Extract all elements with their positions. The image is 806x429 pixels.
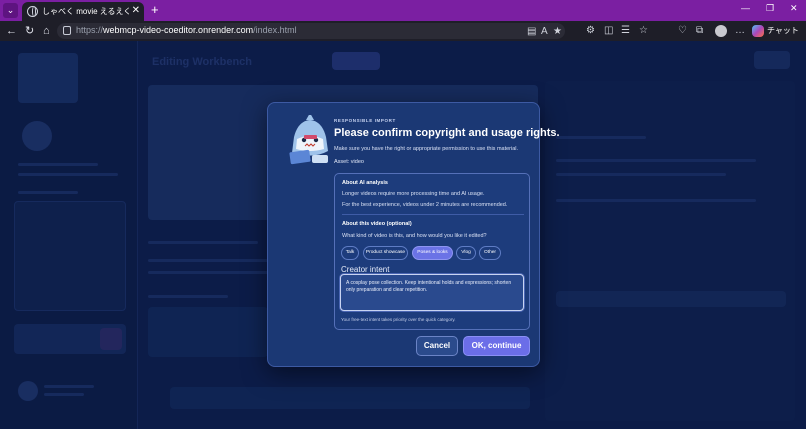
minimize-icon[interactable]: — — [741, 3, 750, 13]
about-ai-line2: For the best experience, videos under 2 … — [342, 202, 508, 208]
section-divider — [342, 214, 524, 215]
chip-poses-looks[interactable]: Poses & looks — [412, 246, 453, 260]
about-video-heading: About this video (optional) — [342, 221, 412, 227]
copilot-icon[interactable] — [752, 25, 764, 37]
address-bar[interactable]: https://webmcp-video-coeditor.onrender.c… — [57, 23, 565, 39]
tab-close-icon[interactable]: ✕ — [132, 5, 140, 17]
read-aloud-icon[interactable]: A — [541, 26, 548, 37]
more-menu-icon[interactable]: … — [735, 25, 745, 37]
collections-icon[interactable]: ⧉ — [696, 25, 703, 37]
browser-tab-active[interactable]: しゃべく movie えるえくた～ — Editing ✕ — [22, 2, 144, 21]
chip-talk[interactable]: Talk — [341, 246, 359, 260]
globe-icon — [27, 6, 38, 17]
shark-mascot-icon — [289, 115, 328, 165]
profile-avatar[interactable] — [715, 25, 727, 37]
about-video-question: What kind of video is this, and how woul… — [342, 233, 487, 239]
about-ai-line1: Longer videos require more processing ti… — [342, 191, 485, 197]
reading-list-icon[interactable]: ☰ — [621, 25, 630, 37]
chat-label[interactable]: チャット — [767, 25, 799, 36]
creator-intent-hint: Your free-text intent takes priority ove… — [341, 317, 456, 322]
new-tab-button[interactable]: + — [151, 3, 159, 17]
browser-toolbar: ← ↻ ⌂ https://webmcp-video-coeditor.onre… — [0, 21, 806, 41]
dialog-subtitle: Make sure you have the right or appropri… — [334, 146, 519, 152]
back-icon[interactable]: ← — [6, 24, 17, 38]
home-icon[interactable]: ⌂ — [43, 24, 50, 38]
immersive-reader-icon[interactable]: ▤ — [527, 26, 536, 37]
url-text: https://webmcp-video-coeditor.onrender.c… — [76, 25, 297, 35]
asset-label: Asset: video — [334, 159, 364, 165]
browser-essentials-icon[interactable]: ♡ — [678, 25, 687, 37]
maximize-icon[interactable]: ❐ — [766, 3, 774, 14]
window-close-icon[interactable]: ✕ — [790, 3, 798, 14]
ok-continue-button[interactable]: OK, continue — [463, 336, 530, 356]
cancel-button[interactable]: Cancel — [416, 336, 458, 356]
site-info-icon[interactable] — [63, 26, 71, 35]
creator-intent-label: Creator intent — [341, 265, 390, 274]
chip-vlog[interactable]: Vlog — [456, 246, 476, 260]
creator-intent-textarea[interactable]: A cosplay pose collection. Keep intentio… — [340, 274, 524, 311]
copyright-confirm-dialog: RESPONSIBLE IMPORT Please confirm copyri… — [267, 102, 560, 367]
chip-other[interactable]: Other — [479, 246, 501, 260]
tab-title: しゃべく movie えるえくた～ — Editing — [42, 7, 132, 16]
chip-product-showcase[interactable]: Product showcase — [363, 246, 408, 260]
favorite-star-icon[interactable]: ★ — [553, 26, 562, 37]
dialog-title: Please confirm copyright and usage right… — [334, 127, 560, 139]
favorites-icon[interactable]: ☆ — [639, 25, 648, 37]
about-ai-heading: About AI analysis — [342, 180, 388, 186]
dialog-eyebrow: RESPONSIBLE IMPORT — [334, 118, 396, 123]
browser-tab-bar: ⌄ しゃべく movie えるえくた～ — Editing ✕ + — ❐ ✕ — [0, 0, 806, 21]
extensions-icon[interactable]: ⚙ — [586, 25, 595, 37]
split-screen-icon[interactable]: ◫ — [604, 25, 613, 37]
tab-list-button[interactable]: ⌄ — [3, 3, 18, 18]
refresh-icon[interactable]: ↻ — [25, 24, 34, 38]
